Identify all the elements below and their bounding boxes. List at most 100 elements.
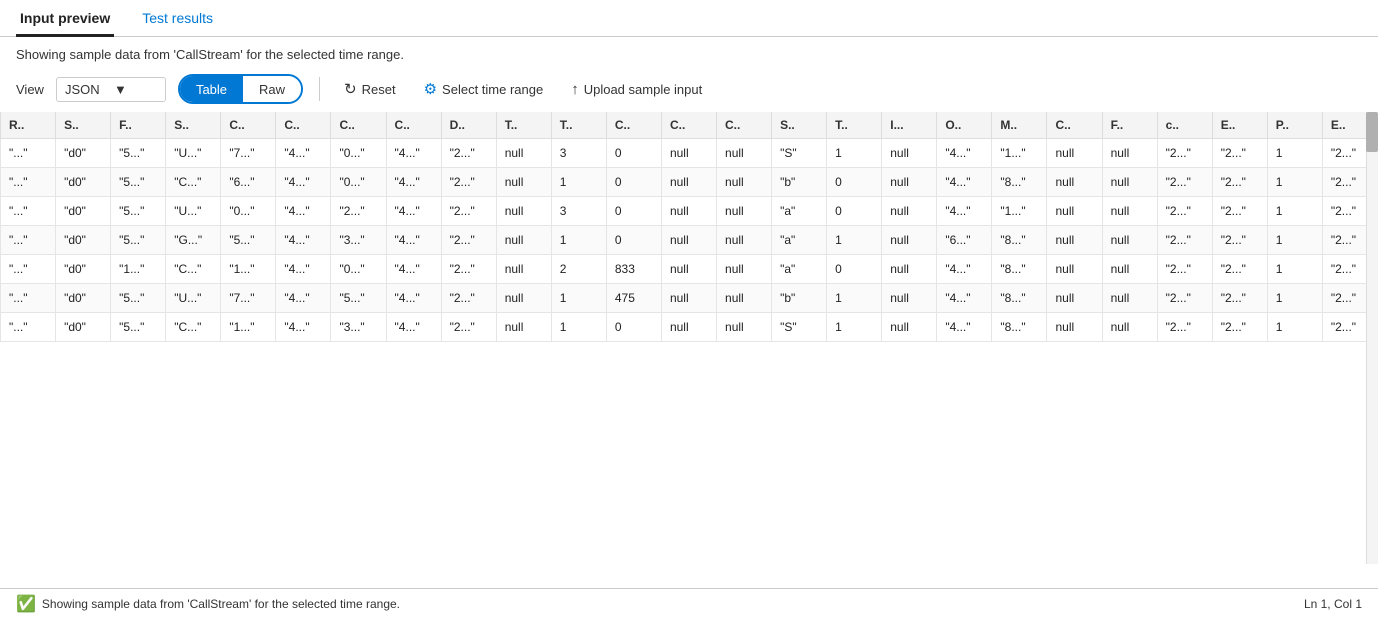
table-cell: 1 [1267, 255, 1322, 284]
table-row: "...""d0""5...""G...""5...""4...""3...""… [1, 226, 1378, 255]
toggle-raw-button[interactable]: Raw [243, 76, 301, 102]
table-cell: null [717, 197, 772, 226]
table-cell: 1 [551, 168, 606, 197]
table-cell: null [882, 313, 937, 342]
col-header[interactable]: C.. [717, 112, 772, 139]
table-cell: "2..." [441, 226, 496, 255]
col-header[interactable]: M.. [992, 112, 1047, 139]
col-header[interactable]: T.. [551, 112, 606, 139]
table-cell: "2..." [1212, 226, 1267, 255]
table-cell: "..." [1, 284, 56, 313]
col-header[interactable]: F.. [1102, 112, 1157, 139]
col-header[interactable]: E.. [1212, 112, 1267, 139]
tab-test-results[interactable]: Test results [138, 0, 217, 37]
col-header[interactable]: C.. [661, 112, 716, 139]
table-cell: null [496, 139, 551, 168]
table-cell: "2..." [1157, 139, 1212, 168]
table-cell: "5..." [111, 226, 166, 255]
table-cell: null [1047, 255, 1102, 284]
table-cell: "2..." [441, 139, 496, 168]
table-cell: "C..." [166, 255, 221, 284]
col-header[interactable]: O.. [937, 112, 992, 139]
scrollbar-track[interactable] [1366, 112, 1378, 564]
tab-input-preview[interactable]: Input preview [16, 0, 114, 37]
table-cell: 0 [606, 168, 661, 197]
col-header[interactable]: S.. [166, 112, 221, 139]
table-cell: "a" [772, 226, 827, 255]
table-row: "...""d0""1...""C...""1...""4...""0...""… [1, 255, 1378, 284]
table-cell: "2..." [1157, 284, 1212, 313]
table-cell: null [1102, 313, 1157, 342]
table-cell: "5..." [111, 284, 166, 313]
table-cell: "8..." [992, 313, 1047, 342]
col-header[interactable]: F.. [111, 112, 166, 139]
col-header[interactable]: T.. [496, 112, 551, 139]
table-cell: "4..." [276, 139, 331, 168]
table-cell: "4..." [276, 255, 331, 284]
table-cell: "4..." [386, 197, 441, 226]
col-header[interactable]: S.. [772, 112, 827, 139]
table-cell: 1 [551, 313, 606, 342]
table-cell: 0 [827, 197, 882, 226]
table-cell: "2..." [441, 284, 496, 313]
table-cell: null [496, 284, 551, 313]
table-cell: null [661, 139, 716, 168]
table-cell: null [717, 168, 772, 197]
reset-button[interactable]: ↺ Reset [336, 76, 404, 102]
select-time-range-button[interactable]: ⚙ Select time range [416, 76, 552, 102]
col-header[interactable]: I... [882, 112, 937, 139]
col-header[interactable]: T.. [827, 112, 882, 139]
table-cell: 1 [551, 226, 606, 255]
table-cell: null [496, 226, 551, 255]
col-header[interactable]: S.. [56, 112, 111, 139]
data-table-wrapper[interactable]: R..S..F..S..C..C..C..C..D..T..T..C..C..C… [0, 112, 1378, 588]
col-header[interactable]: D.. [441, 112, 496, 139]
table-cell: null [1102, 139, 1157, 168]
view-select[interactable]: JSON ▼ [56, 77, 166, 102]
table-cell: "1..." [992, 197, 1047, 226]
table-cell: 1 [1267, 197, 1322, 226]
table-cell: "3..." [331, 226, 386, 255]
col-header[interactable]: C.. [606, 112, 661, 139]
col-header[interactable]: C.. [276, 112, 331, 139]
table-cell: "2..." [1212, 313, 1267, 342]
table-cell: null [717, 139, 772, 168]
table-cell: "4..." [386, 168, 441, 197]
table-cell: "2..." [1157, 226, 1212, 255]
table-cell: "2..." [1212, 255, 1267, 284]
table-cell: 1 [551, 284, 606, 313]
tabs-bar: Input preview Test results [0, 0, 1378, 37]
upload-sample-input-button[interactable]: ↑ Upload sample input [563, 77, 710, 102]
table-cell: null [717, 284, 772, 313]
table-cell: "..." [1, 197, 56, 226]
table-cell: "d0" [56, 313, 111, 342]
main-content: R..S..F..S..C..C..C..C..D..T..T..C..C..C… [0, 112, 1378, 588]
table-cell: "0..." [331, 255, 386, 284]
table-cell: null [1047, 168, 1102, 197]
table-cell: null [1047, 284, 1102, 313]
col-header[interactable]: C.. [221, 112, 276, 139]
table-cell: null [661, 226, 716, 255]
table-cell: "7..." [221, 284, 276, 313]
col-header[interactable]: c.. [1157, 112, 1212, 139]
col-header[interactable]: R.. [1, 112, 56, 139]
table-cell: 1 [1267, 226, 1322, 255]
col-header[interactable]: P.. [1267, 112, 1322, 139]
table-cell: "2..." [441, 313, 496, 342]
status-left: ✅ Showing sample data from 'CallStream' … [16, 594, 400, 614]
table-cell: "2..." [1157, 168, 1212, 197]
table-cell: null [882, 226, 937, 255]
col-header[interactable]: C.. [386, 112, 441, 139]
toggle-table-button[interactable]: Table [180, 76, 243, 102]
table-cell: null [1047, 313, 1102, 342]
table-cell: 0 [827, 168, 882, 197]
table-cell: "5..." [221, 226, 276, 255]
table-cell: 1 [827, 313, 882, 342]
table-cell: "d0" [56, 139, 111, 168]
table-cell: "4..." [937, 255, 992, 284]
scrollbar-thumb[interactable] [1366, 112, 1378, 152]
table-cell: "4..." [937, 313, 992, 342]
table-cell: "1..." [221, 255, 276, 284]
col-header[interactable]: C.. [1047, 112, 1102, 139]
col-header[interactable]: C.. [331, 112, 386, 139]
